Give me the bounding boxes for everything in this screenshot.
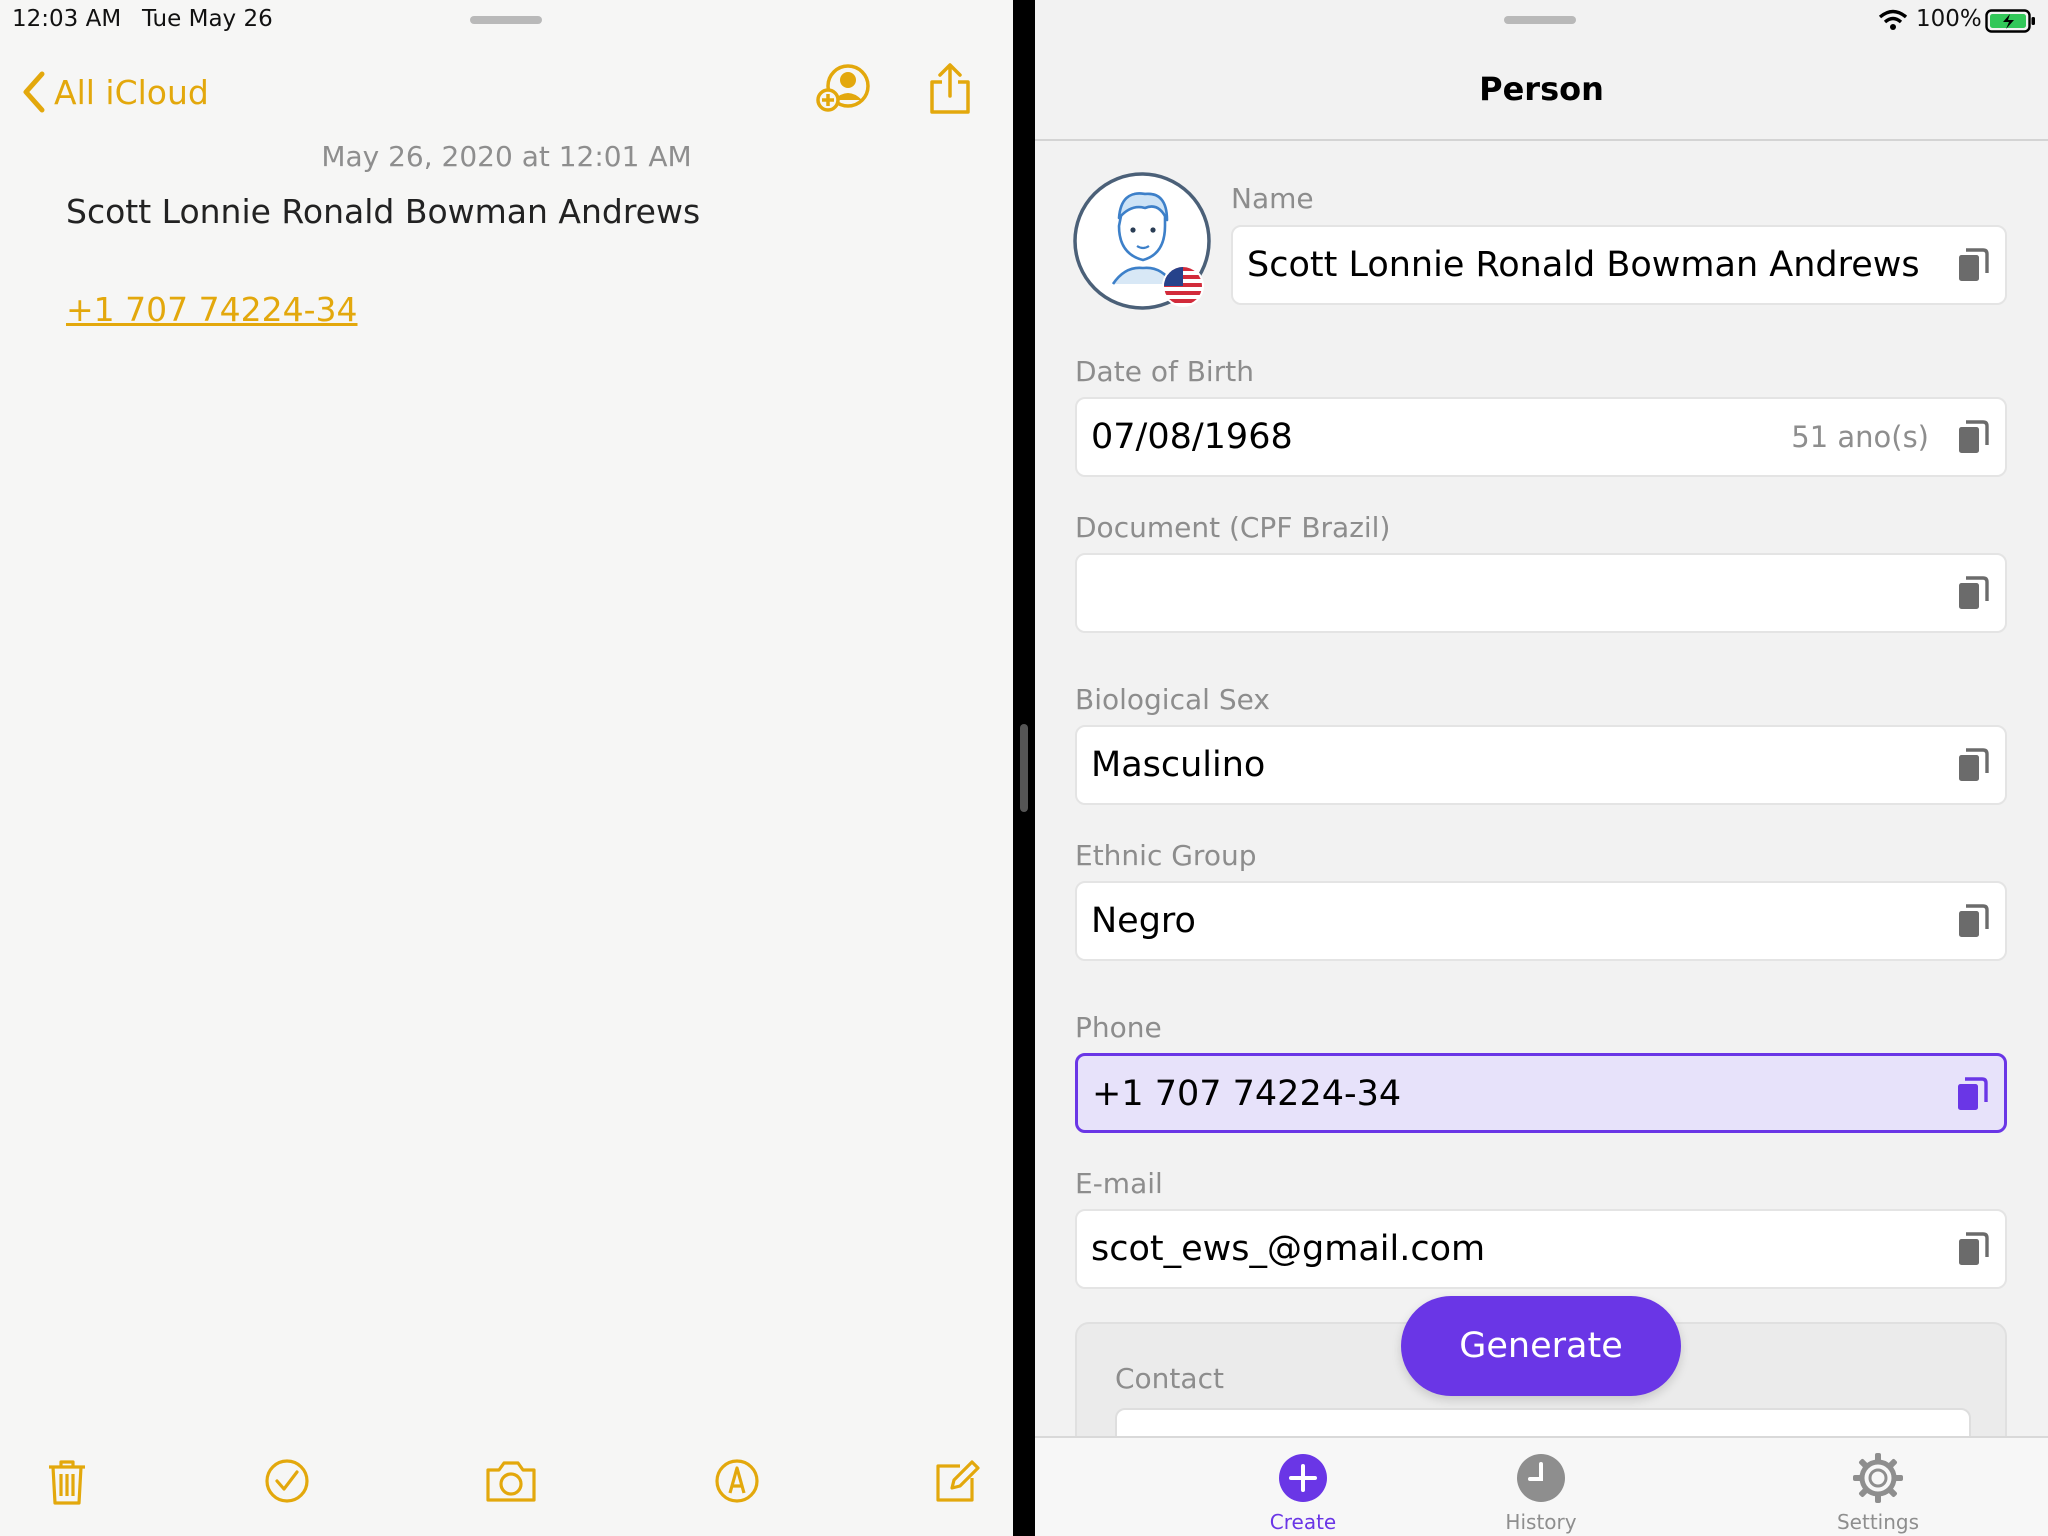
copy-icon[interactable] [1957,247,1989,283]
multitask-grabber-right[interactable] [1504,16,1576,24]
split-view-handle[interactable] [1020,724,1028,812]
back-label: All iCloud [54,72,209,112]
person-pane: 100% Person Name Scott Lonnie Ronald Bow… [1035,0,2048,1536]
sex-label: Biological Sex [1075,683,1270,716]
multitask-grabber[interactable] [470,16,542,24]
tab-create[interactable]: Create [1203,1438,1403,1536]
sex-field[interactable]: Masculino [1075,725,2007,805]
battery-icon [1985,9,2035,33]
nav-separator [1035,139,2048,141]
copy-icon[interactable] [1957,747,1989,783]
email-value: scot_ews_@gmail.com [1091,1229,1486,1269]
share-icon[interactable] [928,62,972,116]
tab-create-label: Create [1269,1510,1337,1534]
us-flag-icon [1162,265,1204,307]
chevron-left-icon [23,71,45,113]
dob-field[interactable]: 07/08/1968 51 ano(s) [1075,397,2007,477]
copy-icon[interactable] [1957,1231,1989,1267]
note-title[interactable]: Scott Lonnie Ronald Bowman Andrews [66,192,700,231]
dob-label: Date of Birth [1075,355,1254,388]
wifi-icon [1878,9,1908,30]
tab-history-label: History [1505,1510,1577,1534]
status-time: 12:03 AM [12,6,122,32]
name-field[interactable]: Scott Lonnie Ronald Bowman Andrews [1231,225,2007,305]
notes-pane: 12:03 AM Tue May 26 All iCloud May 26, 2… [0,0,1013,1536]
checklist-icon[interactable] [264,1458,310,1504]
copy-icon[interactable] [1957,419,1989,455]
copy-icon[interactable] [1956,1076,1988,1112]
status-date: Tue May 26 [142,6,273,32]
generate-button[interactable]: Generate [1401,1296,1681,1396]
ethnic-label: Ethnic Group [1075,839,1257,872]
document-field[interactable] [1075,553,2007,633]
note-date: May 26, 2020 at 12:01 AM [321,140,692,173]
name-label: Name [1231,182,1314,215]
gear-icon [1853,1453,1903,1503]
phone-value: +1 707 74224-34 [1092,1074,1402,1114]
page-title: Person [1479,70,1604,108]
age-value: 51 ano(s) [1791,420,1929,454]
name-value: Scott Lonnie Ronald Bowman Andrews [1247,245,1920,285]
contact-label: Contact [1115,1362,1224,1395]
email-field[interactable]: scot_ews_@gmail.com [1075,1209,2007,1289]
dob-value: 07/08/1968 [1091,417,1293,457]
document-label: Document (CPF Brazil) [1075,511,1391,544]
email-label: E-mail [1075,1167,1163,1200]
markup-icon[interactable] [714,1458,760,1504]
ethnic-value: Negro [1091,901,1196,941]
camera-icon[interactable] [484,1458,538,1504]
tab-bar: Create History Settings [1035,1436,2048,1536]
tab-settings[interactable]: Settings [1778,1438,1978,1536]
phone-label: Phone [1075,1011,1162,1044]
plus-circle-icon [1279,1454,1327,1502]
copy-icon[interactable] [1957,575,1989,611]
tab-history[interactable]: History [1441,1438,1641,1536]
tab-settings-label: Settings [1836,1510,1920,1534]
add-people-icon[interactable] [814,62,872,114]
phone-field[interactable]: +1 707 74224-34 [1075,1053,2007,1133]
back-button[interactable]: All iCloud [22,64,209,120]
ethnic-field[interactable]: Negro [1075,881,2007,961]
clock-icon [1517,1454,1565,1502]
copy-icon[interactable] [1957,903,1989,939]
trash-icon[interactable] [46,1458,88,1506]
compose-icon[interactable] [934,1458,980,1504]
battery-percent: 100% [1916,6,1982,32]
sex-value: Masculino [1091,745,1266,785]
note-phone-link[interactable]: +1 707 74224-34 [66,290,358,329]
